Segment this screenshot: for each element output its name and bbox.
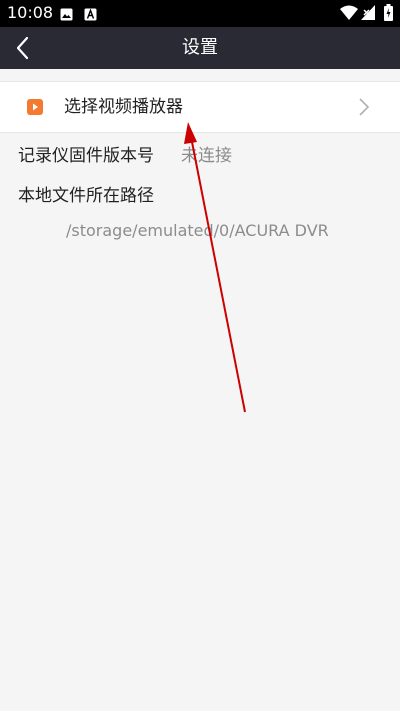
firmware-version-value: 未连接 <box>181 146 232 166</box>
status-time: 10:08 <box>7 3 54 22</box>
image-icon <box>60 6 73 25</box>
battery-icon <box>384 4 393 25</box>
play-icon <box>27 99 43 115</box>
local-path-value: /storage/emulated/0/ACURA DVR <box>66 221 329 240</box>
a-icon <box>84 6 97 25</box>
video-player-setting-row[interactable]: 选择视频播放器 <box>0 81 400 133</box>
page-title: 设置 <box>182 37 218 58</box>
status-bar: 10:08 <box>0 0 400 27</box>
firmware-version-label: 记录仪固件版本号 <box>18 146 154 166</box>
section-divider <box>0 69 400 81</box>
wifi-icon <box>340 5 358 24</box>
local-path-label: 本地文件所在路径 <box>18 186 154 206</box>
title-bar: 设置 <box>0 27 400 69</box>
signal-icon <box>361 5 375 24</box>
chevron-right-icon <box>356 98 372 116</box>
video-player-label: 选择视频播放器 <box>64 97 183 117</box>
